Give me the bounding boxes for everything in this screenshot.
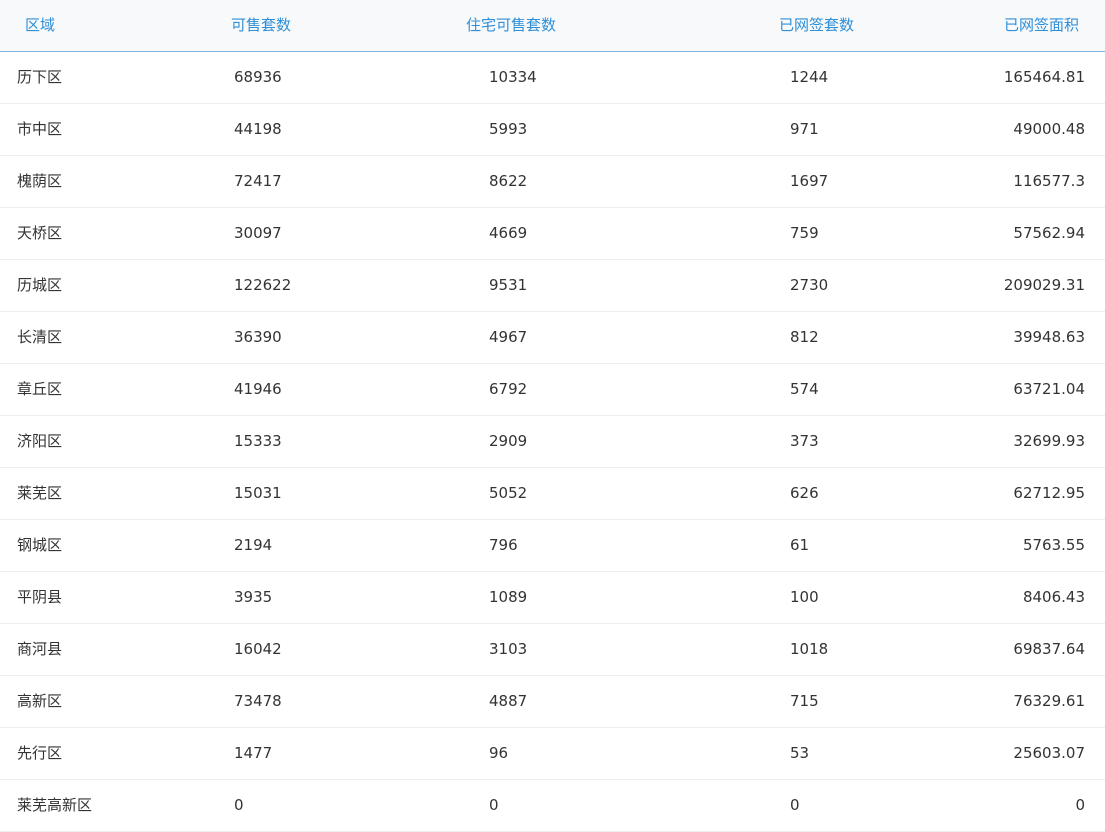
cell-available-units: 3935 — [234, 588, 273, 606]
header-region[interactable]: 区域 — [25, 0, 55, 51]
table-row: 市中区 44198 5993 971 49000.48 — [0, 104, 1105, 156]
cell-region: 莱芜高新区 — [17, 796, 93, 814]
header-signed-area[interactable]: 已网签面积 — [1004, 0, 1079, 51]
cell-available-units: 15031 — [234, 484, 282, 502]
cell-residential-available-units: 4887 — [489, 692, 528, 710]
table-row: 历下区 68936 10334 1244 165464.81 — [0, 52, 1105, 104]
cell-signed-area: 69837.64 — [1013, 640, 1085, 658]
cell-available-units: 16042 — [234, 640, 282, 658]
cell-residential-available-units: 8622 — [489, 172, 528, 190]
cell-available-units: 72417 — [234, 172, 282, 190]
cell-region: 高新区 — [17, 692, 63, 710]
cell-region: 商河县 — [17, 640, 63, 658]
cell-region: 钢城区 — [17, 536, 63, 554]
cell-region: 历下区 — [17, 68, 63, 86]
cell-region: 莱芜区 — [17, 484, 63, 502]
cell-signed-units: 0 — [790, 796, 800, 814]
cell-region: 历城区 — [17, 276, 63, 294]
cell-residential-available-units: 796 — [489, 536, 518, 554]
cell-signed-units: 61 — [790, 536, 810, 554]
cell-available-units: 1477 — [234, 744, 273, 762]
cell-signed-area: 165464.81 — [1003, 68, 1085, 86]
table-row: 莱芜高新区 0 0 0 0 — [0, 780, 1105, 832]
table-row: 莱芜区 15031 5052 626 62712.95 — [0, 468, 1105, 520]
table-row: 商河县 16042 3103 1018 69837.64 — [0, 624, 1105, 676]
cell-signed-area: 5763.55 — [1022, 536, 1085, 554]
cell-signed-area: 49000.48 — [1013, 120, 1085, 138]
cell-signed-units: 1697 — [790, 172, 829, 190]
cell-region: 平阴县 — [17, 588, 63, 606]
table-row: 钢城区 2194 796 61 5763.55 — [0, 520, 1105, 572]
cell-signed-units: 100 — [790, 588, 819, 606]
cell-signed-area: 63721.04 — [1013, 380, 1085, 398]
cell-residential-available-units: 96 — [489, 744, 509, 762]
cell-region: 槐荫区 — [17, 172, 63, 190]
cell-available-units: 41946 — [234, 380, 282, 398]
cell-region: 章丘区 — [17, 380, 63, 398]
cell-signed-units: 373 — [790, 432, 819, 450]
cell-signed-units: 53 — [790, 744, 810, 762]
cell-signed-units: 1018 — [790, 640, 829, 658]
cell-available-units: 68936 — [234, 68, 282, 86]
cell-available-units: 73478 — [234, 692, 282, 710]
table-row: 天桥区 30097 4669 759 57562.94 — [0, 208, 1105, 260]
table-row: 槐荫区 72417 8622 1697 116577.3 — [0, 156, 1105, 208]
header-available-units[interactable]: 可售套数 — [231, 0, 291, 51]
cell-region: 济阳区 — [17, 432, 63, 450]
cell-signed-area: 76329.61 — [1013, 692, 1085, 710]
table-row: 平阴县 3935 1089 100 8406.43 — [0, 572, 1105, 624]
cell-region: 先行区 — [17, 744, 63, 762]
cell-signed-units: 715 — [790, 692, 819, 710]
housing-sales-table: 区域 可售套数 住宅可售套数 已网签套数 已网签面积 历下区 68936 103… — [0, 0, 1105, 832]
cell-signed-units: 971 — [790, 120, 819, 138]
cell-signed-units: 2730 — [790, 276, 829, 294]
cell-signed-area: 25603.07 — [1013, 744, 1085, 762]
cell-available-units: 44198 — [234, 120, 282, 138]
table-row: 高新区 73478 4887 715 76329.61 — [0, 676, 1105, 728]
table-header: 区域 可售套数 住宅可售套数 已网签套数 已网签面积 — [0, 0, 1105, 52]
cell-region: 市中区 — [17, 120, 63, 138]
cell-signed-units: 626 — [790, 484, 819, 502]
cell-signed-units: 812 — [790, 328, 819, 346]
cell-signed-area: 57562.94 — [1013, 224, 1085, 242]
cell-residential-available-units: 5993 — [489, 120, 528, 138]
cell-signed-area: 209029.31 — [1003, 276, 1085, 294]
cell-signed-area: 8406.43 — [1022, 588, 1085, 606]
cell-available-units: 0 — [234, 796, 244, 814]
cell-available-units: 15333 — [234, 432, 282, 450]
cell-residential-available-units: 1089 — [489, 588, 528, 606]
cell-available-units: 122622 — [234, 276, 292, 294]
cell-residential-available-units: 5052 — [489, 484, 528, 502]
cell-signed-area: 32699.93 — [1013, 432, 1085, 450]
cell-available-units: 36390 — [234, 328, 282, 346]
cell-signed-area: 39948.63 — [1013, 328, 1085, 346]
cell-residential-available-units: 3103 — [489, 640, 528, 658]
table-row: 长清区 36390 4967 812 39948.63 — [0, 312, 1105, 364]
table-row: 章丘区 41946 6792 574 63721.04 — [0, 364, 1105, 416]
cell-signed-units: 759 — [790, 224, 819, 242]
cell-region: 天桥区 — [17, 224, 63, 242]
cell-available-units: 2194 — [234, 536, 273, 554]
cell-signed-area: 116577.3 — [1013, 172, 1085, 190]
cell-residential-available-units: 10334 — [489, 68, 537, 86]
cell-residential-available-units: 4669 — [489, 224, 528, 242]
cell-residential-available-units: 9531 — [489, 276, 528, 294]
cell-residential-available-units: 2909 — [489, 432, 528, 450]
header-signed-units[interactable]: 已网签套数 — [779, 0, 854, 51]
cell-region: 长清区 — [17, 328, 63, 346]
header-residential-available-units[interactable]: 住宅可售套数 — [466, 0, 556, 51]
table-row: 先行区 1477 96 53 25603.07 — [0, 728, 1105, 780]
cell-residential-available-units: 4967 — [489, 328, 528, 346]
cell-residential-available-units: 0 — [489, 796, 499, 814]
cell-signed-area: 0 — [1075, 796, 1085, 814]
cell-available-units: 30097 — [234, 224, 282, 242]
table-row: 济阳区 15333 2909 373 32699.93 — [0, 416, 1105, 468]
cell-signed-area: 62712.95 — [1013, 484, 1085, 502]
cell-signed-units: 1244 — [790, 68, 829, 86]
cell-signed-units: 574 — [790, 380, 819, 398]
table-row: 历城区 122622 9531 2730 209029.31 — [0, 260, 1105, 312]
cell-residential-available-units: 6792 — [489, 380, 528, 398]
